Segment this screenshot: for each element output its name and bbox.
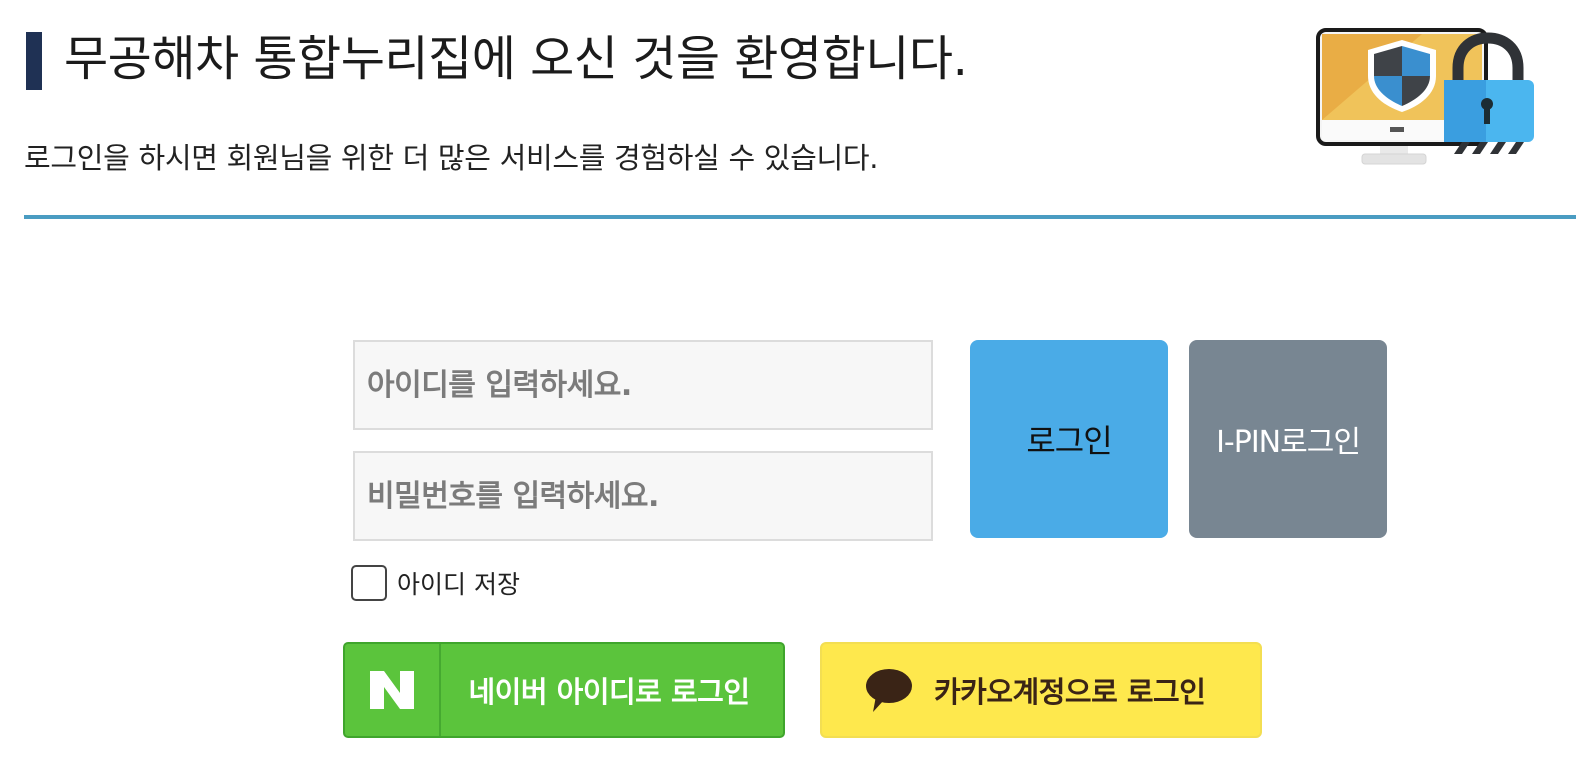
header-divider [24, 215, 1576, 219]
ipin-login-button[interactable]: I-PIN로그인 [1189, 340, 1387, 538]
save-id-checkbox[interactable] [351, 565, 387, 601]
login-button[interactable]: 로그인 [970, 340, 1168, 538]
kakao-speech-bubble-icon [866, 669, 912, 712]
save-id-row: 아이디 저장 [351, 563, 520, 603]
password-input[interactable] [353, 451, 933, 541]
login-page: 무공해차 통합누리집에 오신 것을 환영합니다. 로그인을 하시면 회원님을 위… [0, 0, 1576, 770]
title-accent-bar [26, 32, 42, 90]
naver-n-icon [370, 671, 414, 709]
id-input[interactable] [353, 340, 933, 430]
hazard-stripes [1454, 142, 1524, 154]
naver-logo-cell [345, 644, 441, 736]
kakao-login-label: 카카오계정으로 로그인 [934, 675, 1206, 709]
security-monitor-lock-icon [1316, 28, 1534, 165]
page-subtitle: 로그인을 하시면 회원님을 위한 더 많은 서비스를 경험하실 수 있습니다. [24, 141, 879, 175]
monitor-logo [1390, 127, 1404, 132]
naver-login-label: 네이버 아이디로 로그인 [468, 675, 751, 709]
save-id-label[interactable]: 아이디 저장 [397, 565, 520, 601]
page-title: 무공해차 통합누리집에 오신 것을 환영합니다. [64, 31, 968, 87]
kakao-login-button[interactable]: 카카오계정으로 로그인 [820, 642, 1262, 738]
naver-login-button[interactable]: 네이버 아이디로 로그인 [343, 642, 785, 738]
monitor-base [1361, 153, 1427, 165]
